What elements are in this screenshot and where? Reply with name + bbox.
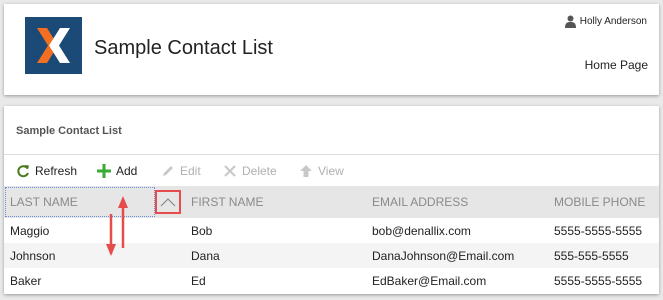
app-title: Sample Contact List — [94, 37, 273, 59]
user-icon — [564, 15, 576, 28]
cell-mobile-phone: 5555-5555-5555 — [554, 223, 643, 238]
cell-mobile-phone: 555-555-5555 — [554, 248, 629, 263]
table-row[interactable]: Baker Ed EdBaker@Email.com 5555-5555-555… — [4, 268, 659, 293]
cell-mobile-phone: 5555-5555-5555 — [554, 273, 643, 288]
app-logo — [25, 17, 82, 74]
table-row[interactable]: Johnson Dana DanaJohnson@Email.com 555-5… — [4, 243, 659, 268]
contact-list-panel: Sample Contact List Refresh Add Edit Del… — [4, 106, 659, 294]
edit-label: Edit — [180, 164, 201, 178]
home-page-link[interactable]: Home Page — [585, 58, 648, 72]
user-name: Holly Anderson — [579, 16, 647, 27]
grid-toolbar: Refresh Add Edit Delete View — [4, 159, 659, 183]
view-button[interactable]: View — [299, 159, 344, 183]
refresh-icon — [17, 165, 29, 178]
cell-email: DanaJohnson@Email.com — [372, 248, 515, 263]
user-menu[interactable]: Holly Anderson — [564, 15, 647, 28]
refresh-label: Refresh — [35, 164, 78, 178]
plus-icon — [97, 164, 111, 178]
add-button[interactable]: Add — [97, 159, 137, 183]
cell-last-name: Maggio — [10, 223, 50, 238]
delete-label: Delete — [242, 164, 277, 178]
app-header: Sample Contact List Holly Anderson Home … — [4, 4, 659, 95]
column-header-last-name[interactable]: LAST NAME — [10, 186, 78, 218]
column-header-email-address[interactable]: EMAIL ADDRESS — [372, 186, 468, 218]
cell-email: EdBaker@Email.com — [372, 273, 487, 288]
refresh-button[interactable]: Refresh — [16, 159, 77, 183]
panel-divider — [4, 154, 659, 155]
delete-button[interactable]: Delete — [223, 159, 277, 183]
table-row[interactable]: Maggio Bob bob@denallix.com 5555-5555-55… — [4, 218, 659, 243]
grid-header-row: LAST NAME FIRST NAME EMAIL ADDRESS MOBIL… — [4, 186, 659, 218]
view-label: View — [318, 164, 344, 178]
cell-last-name: Baker — [10, 273, 42, 288]
column-header-first-name[interactable]: FIRST NAME — [191, 186, 263, 218]
close-icon — [224, 165, 236, 177]
panel-title: Sample Contact List — [16, 125, 122, 137]
sort-ascending-icon[interactable] — [160, 188, 176, 216]
cell-first-name: Bob — [191, 223, 213, 238]
edit-button[interactable]: Edit — [161, 159, 201, 183]
add-label: Add — [116, 164, 138, 178]
column-header-mobile-phone[interactable]: MOBILE PHONE — [554, 186, 645, 218]
pencil-icon — [163, 166, 173, 176]
cell-first-name: Ed — [191, 273, 206, 288]
cell-first-name: Dana — [191, 248, 220, 263]
arrow-up-icon — [300, 165, 312, 177]
cell-last-name: Johnson — [10, 248, 56, 263]
cell-email: bob@denallix.com — [372, 223, 471, 238]
